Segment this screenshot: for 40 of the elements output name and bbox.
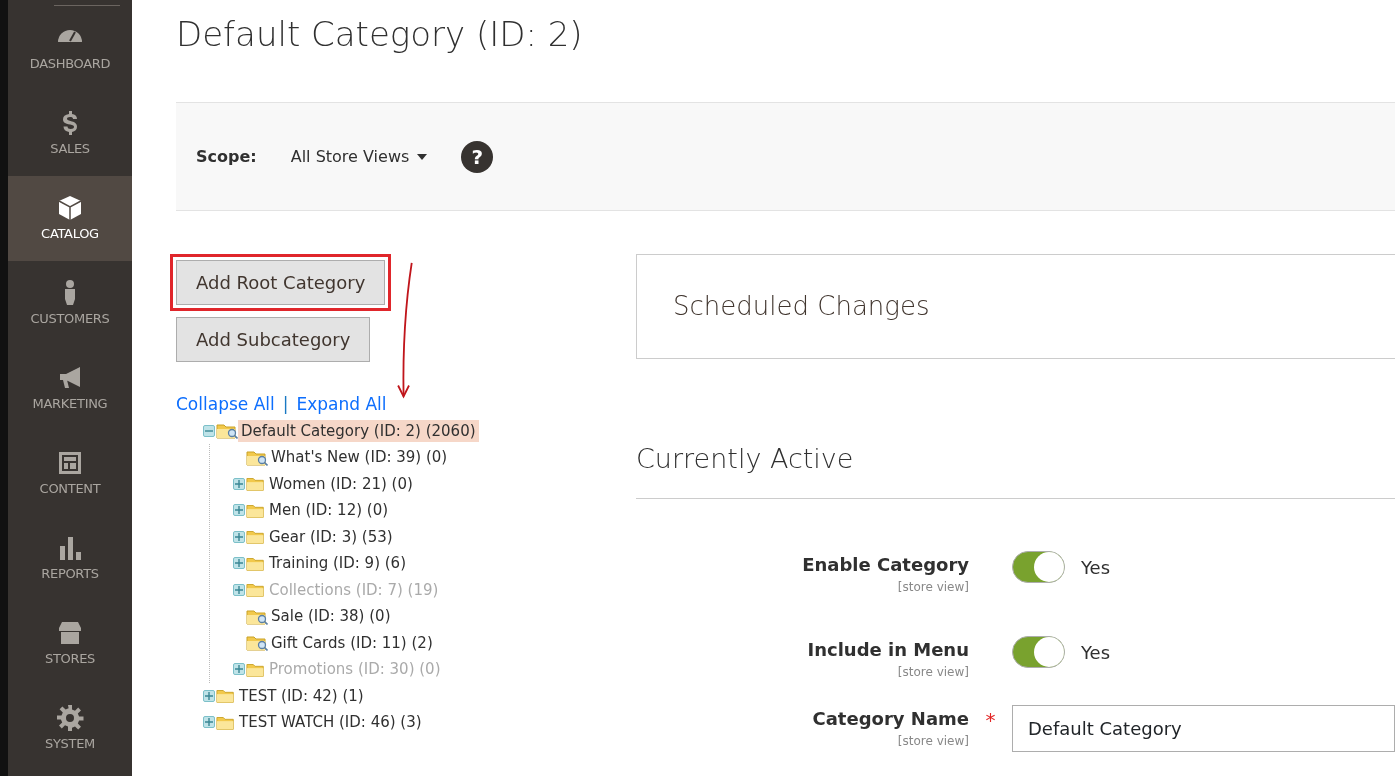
required-icon: *	[969, 704, 1012, 735]
sidebar-item[interactable]: REPORTS	[8, 516, 132, 601]
sidebar-item[interactable]: DASHBOARD	[8, 6, 132, 91]
scope-hint: [store view]	[896, 663, 969, 681]
field-label: Category Name	[811, 706, 969, 731]
scheduled-changes-panel[interactable]: Scheduled Changes	[636, 254, 1395, 359]
scope-dropdown[interactable]: All Store Views	[290, 144, 428, 169]
tree-node[interactable]: Men (ID: 12) (0)	[266, 499, 392, 522]
sidebar-item[interactable]: SALES	[8, 91, 132, 176]
sidebar-item[interactable]: STORES	[8, 601, 132, 686]
sidebar-item[interactable]: CONTENT	[8, 431, 132, 516]
page-title: Default Category (ID: 2)	[176, 14, 584, 56]
sidebar-item[interactable]: CATALOG	[8, 176, 132, 261]
scope-hint: [store view]	[896, 732, 969, 750]
tree-node[interactable]: Sale (ID: 38) (0)	[268, 605, 394, 628]
tree-node[interactable]: TEST (ID: 42) (1)	[236, 684, 367, 707]
toggle-value: Yes	[1081, 640, 1111, 665]
section-title: Currently Active	[636, 439, 1395, 499]
tree-link[interactable]: Expand All	[296, 392, 387, 418]
tree-node[interactable]: TEST WATCH (ID: 46) (3)	[236, 711, 425, 734]
tree-node[interactable]: Training (ID: 9) (6)	[266, 552, 409, 575]
toggle-value: Yes	[1081, 555, 1111, 580]
sidebar-item[interactable]: MARKETING	[8, 346, 132, 431]
separator: |	[282, 393, 289, 416]
scope-hint: [store view]	[896, 578, 969, 596]
tree-node[interactable]: Gift Cards (ID: 11) (2)	[268, 631, 436, 654]
text-input[interactable]: Default Category	[1012, 704, 1395, 752]
tree-node[interactable]: Gear (ID: 3) (53)	[266, 525, 396, 548]
field-label: Include in Menu	[806, 637, 969, 662]
scope-label: Scope:	[196, 145, 257, 168]
action-button[interactable]: Add Root Category	[176, 260, 386, 305]
tree-node[interactable]: Women (ID: 21) (0)	[266, 472, 416, 495]
action-button[interactable]: Add Subcategory	[176, 317, 371, 362]
tree-node[interactable]: Default Category (ID: 2) (2060)	[238, 419, 479, 442]
field-label: Enable Category	[801, 552, 969, 577]
sidebar-item[interactable]: CUSTOMERS	[8, 261, 132, 346]
help-icon[interactable]: ?	[461, 140, 494, 173]
sidebar-item[interactable]: SYSTEM	[8, 686, 132, 771]
tree-node[interactable]: What's New (ID: 39) (0)	[268, 446, 451, 469]
tree-link[interactable]: Collapse All	[176, 392, 275, 418]
